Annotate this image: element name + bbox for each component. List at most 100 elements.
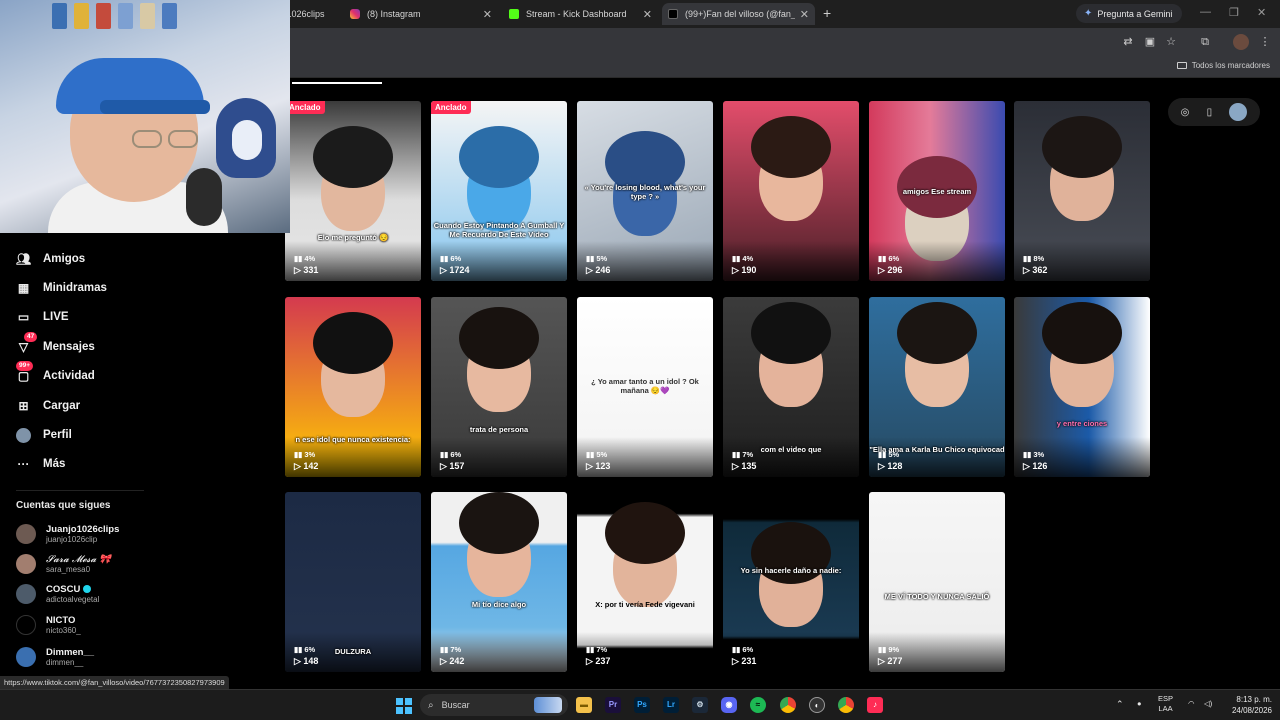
sidebar-item-label: Actividad <box>43 370 95 382</box>
sidebar-item-profile[interactable]: Perfil <box>16 425 72 445</box>
minimize-icon[interactable]: — <box>1200 6 1211 18</box>
bar-chart-icon: ▮▮ <box>586 450 597 459</box>
completion-rate: ▮▮ 7% <box>440 645 461 654</box>
chrome-icon[interactable] <box>780 697 796 713</box>
sidebar-item-more[interactable]: ··· Más <box>16 454 66 474</box>
wifi-icon[interactable]: ◠ <box>1188 699 1195 709</box>
play-icon: ▷ <box>294 656 304 666</box>
status-url: https://www.tiktok.com/@fan_villoso/vide… <box>0 676 229 689</box>
tab-tiktok[interactable]: (99+)Fan del villoso (@fan_villo ✕ <box>662 3 815 25</box>
video-card[interactable]: ¿ Yo amar tanto a un idol ? Ok mañana 😔💜… <box>577 297 713 477</box>
menu-icon[interactable]: ⋮ <box>1257 34 1273 50</box>
chrome-icon[interactable] <box>838 697 854 713</box>
sidebar-item-minidramas[interactable]: ▦ Minidramas <box>16 278 107 298</box>
following-account[interactable]: Dimmen__ dimmen__ <box>16 645 94 669</box>
video-card[interactable]: amigos Ese stream ▮▮ 6% ▷ 296 <box>869 101 1005 281</box>
video-card[interactable]: DULZURA ▮▮ 6% ▷ 148 <box>285 492 421 672</box>
completion-rate: ▮▮ 5% <box>586 450 607 459</box>
view-count: ▷ 157 <box>440 461 464 472</box>
extensions-icon[interactable]: ⧉ <box>1197 34 1213 50</box>
windows-start-icon[interactable] <box>396 698 412 714</box>
close-icon[interactable]: ✕ <box>643 8 652 21</box>
video-card[interactable]: y entre ciones ▮▮ 3% ▷ 126 <box>1014 297 1150 477</box>
person-hair <box>897 302 977 364</box>
mic-tray-icon[interactable]: ● <box>1137 699 1142 709</box>
search-highlight-icon <box>534 697 562 713</box>
new-tab-icon[interactable]: + <box>823 5 831 21</box>
following-account[interactable]: COSCU adictoalvegetal <box>16 582 99 606</box>
translate-icon[interactable]: ⇄ <box>1120 34 1136 50</box>
sidebar-item-upload[interactable]: ⊞ Cargar <box>16 396 80 416</box>
chevron-up-icon[interactable]: ⌃ <box>1116 699 1124 709</box>
video-card[interactable]: ME VÍ TODO Y NUNCA SALIÓ ▮▮ 9% ▷ 277 <box>869 492 1005 672</box>
video-card[interactable]: "Ella ama a Karla Bu Chico equivocad ▮▮ 5… <box>869 297 1005 477</box>
video-card[interactable]: Mi tío dice algo ▮▮ 7% ▷ 242 <box>431 492 567 672</box>
cast-icon[interactable]: ▣ <box>1142 34 1158 50</box>
play-icon: ▷ <box>878 461 888 471</box>
compass-icon[interactable]: ◎ <box>1181 107 1190 118</box>
video-card[interactable]: ▮▮ 4% ▷ 190 <box>723 101 859 281</box>
gemini-button[interactable]: ✦ Pregunta a Gemini <box>1076 4 1183 23</box>
close-icon[interactable]: ✕ <box>800 8 809 21</box>
video-caption: y entre ciones <box>1056 419 1108 428</box>
following-account[interactable]: Juanjo1026clips juanjo1026clip <box>16 522 119 546</box>
sidebar-item-messages[interactable]: ▽ 47 Mensajes <box>16 331 95 357</box>
sidebar-item-live[interactable]: ▭ LIVE <box>16 307 69 327</box>
completion-rate: ▮▮ 5% <box>878 450 899 459</box>
play-icon: ▷ <box>878 656 888 666</box>
taskbar-search[interactable]: ⌕ Buscar <box>420 694 568 716</box>
discord-icon[interactable]: ◉ <box>721 697 737 713</box>
completion-rate: ▮▮ 9% <box>878 645 899 654</box>
following-account[interactable]: 𝓢𝓪𝓻𝓪 𝓜𝓮𝓼𝓪 🎀 sara_mesa0 <box>16 552 111 576</box>
video-card[interactable]: trata de persona ▮▮ 6% ▷ 157 <box>431 297 567 477</box>
kick-icon <box>509 9 519 19</box>
video-card[interactable]: Yo sin hacerle daño a nadie: ▮▮ 6% ▷ 231 <box>723 492 859 672</box>
language-indicator[interactable]: ESP LAA <box>1158 694 1173 714</box>
device-icon[interactable]: ▯ <box>1207 107 1213 118</box>
premiere-icon[interactable]: Pr <box>605 697 621 713</box>
video-card[interactable]: « You're losing blood, what's your type … <box>577 101 713 281</box>
folder-icon <box>1176 62 1187 69</box>
friends-icon: 👥︎ <box>16 251 32 266</box>
following-account[interactable]: NICTO nicto360_ <box>16 613 81 637</box>
search-icon: ⌕ <box>428 699 434 711</box>
obs-icon[interactable]: ◐ <box>809 697 825 713</box>
volume-icon[interactable]: ◁) <box>1204 699 1212 709</box>
bookmark-star-icon[interactable]: ☆ <box>1163 34 1179 50</box>
tab-kick[interactable]: Stream - Kick Dashboard ✕ <box>509 3 652 25</box>
profile-avatar-icon[interactable] <box>1233 34 1249 50</box>
video-card[interactable]: Anclado Cuando Estoy Pintando A Gumball Y… <box>431 101 567 281</box>
completion-rate-value: 4% <box>304 254 316 263</box>
sidebar-item-activity[interactable]: ▢ 99+ Actividad <box>16 360 95 386</box>
poster <box>118 3 133 29</box>
video-caption: X: por ti vería Fede vigevani <box>595 600 695 609</box>
lightroom-icon[interactable]: Lr <box>663 697 679 713</box>
spotify-icon[interactable]: ≈ <box>750 697 766 713</box>
account-handle: adictoalvegetal <box>46 594 100 604</box>
tab-tiktok-label: (99+)Fan del villoso (@fan_villo <box>685 9 795 19</box>
sidebar-item-friends[interactable]: 👥︎ Amigos <box>16 249 85 269</box>
video-card[interactable]: n ese idol que nunca existencia: ▮▮ 3% ▷ 1… <box>285 297 421 477</box>
view-count-value: 296 <box>887 265 903 275</box>
video-card[interactable]: X: por ti vería Fede vigevani ▮▮ 7% ▷ 237 <box>577 492 713 672</box>
video-card[interactable]: com el video que ▮▮ 7% ▷ 135 <box>723 297 859 477</box>
bar-chart-icon: ▮▮ <box>732 450 743 459</box>
close-window-icon[interactable]: ✕ <box>1257 6 1266 19</box>
tab-instagram[interactable]: (8) Instagram ✕ <box>350 3 492 25</box>
all-bookmarks-button[interactable]: Todos los marcadores <box>1176 61 1270 70</box>
user-avatar[interactable] <box>1229 103 1248 121</box>
video-card[interactable]: ▮▮ 8% ▷ 362 <box>1014 101 1150 281</box>
close-icon[interactable]: ✕ <box>483 8 492 21</box>
maximize-icon[interactable]: ❐ <box>1229 6 1239 19</box>
video-card[interactable]: Anclado Elo me preguntó 😔 ▮▮ 4% ▷ 331 <box>285 101 421 281</box>
account-name: NICTO <box>46 614 76 626</box>
pinned-badge: Anclado <box>285 101 325 114</box>
file-explorer-icon[interactable]: ▬ <box>576 697 592 713</box>
taskbar-clock[interactable]: 8:13 p. m. 24/08/2026 <box>1232 694 1272 716</box>
tiktok-app-icon[interactable]: ♪ <box>867 697 883 713</box>
play-icon: ▷ <box>586 656 596 666</box>
view-count-value: 148 <box>303 656 319 666</box>
steam-icon[interactable]: ⚙ <box>692 697 708 713</box>
photoshop-icon[interactable]: Ps <box>634 697 650 713</box>
completion-rate-value: 6% <box>888 254 900 263</box>
